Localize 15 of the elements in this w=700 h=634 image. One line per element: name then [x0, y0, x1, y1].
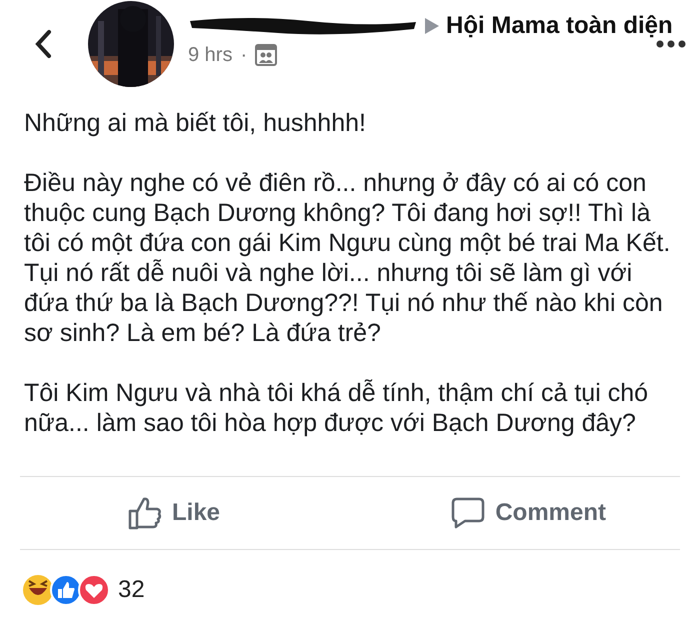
post-paragraph: Điều này nghe có vẻ điên rồ... nhưng ở đây có ai có con thuộc cung Bạch Dương không? Tôi đang hơi sợ!! Thì là tôi có một đứa con gái Kim Ngưu cùng một bé trai Ma Kết. Tụi nó rất dễ nuôi và nghe lời... nhưng tôi sẽ làm gì với đứa thứ ba là Bạch Dương??! Tụi nó như thế nào khi còn sơ sinh? Là em bé? Là đứa trẻ?: [24, 168, 672, 348]
triangle-icon: [424, 16, 440, 34]
more-options-icon[interactable]: [656, 40, 686, 48]
reaction-count[interactable]: 32: [118, 576, 145, 604]
like-button[interactable]: Like: [124, 492, 224, 534]
back-icon[interactable]: [34, 29, 52, 59]
comment-button[interactable]: Comment: [447, 493, 610, 533]
separator-dot: ·: [240, 44, 248, 66]
post-time[interactable]: 9 hrs: [188, 44, 232, 66]
post-paragraph: Tôi Kim Ngưu và nhà tôi khá dễ tính, thậm chí cả tụi chó nữa... làm sao tôi hòa hợp được với Bạch Dương đây?: [24, 378, 649, 438]
speech-bubble-icon: [451, 497, 486, 529]
thumbs-up-icon: [128, 496, 162, 530]
post-paragraph: Những ai mà biết tôi, hushhhh!: [24, 108, 367, 138]
group-name[interactable]: Hội Mama toàn diện: [446, 12, 673, 40]
group-audience-icon: [255, 44, 278, 66]
